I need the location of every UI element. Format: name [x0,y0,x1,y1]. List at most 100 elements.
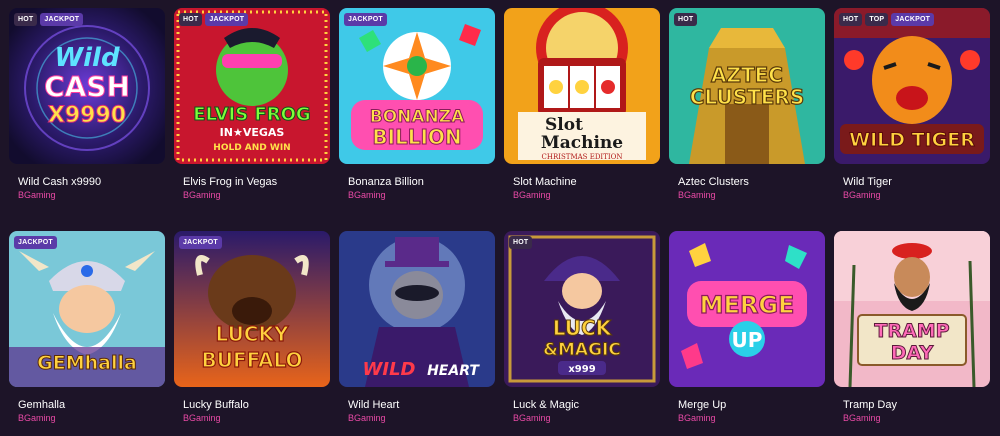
elvis-frog-artwork: ELVIS FROG IN★VEGAS HOLD AND WIN [174,8,330,164]
game-card-bonanza-billion[interactable]: BONANZA BILLION JACKPOT Bonanza Billion … [339,8,495,213]
game-provider[interactable]: BGaming [348,413,386,423]
game-title[interactable]: Merge Up [678,399,726,411]
game-grid: Wild CASH X9990 HOT JACKPOT Wild Cash x9… [0,0,1000,436]
game-thumbnail[interactable]: TRAMP DAY [834,231,990,387]
game-thumbnail[interactable]: GEMhalla [9,231,165,387]
hot-badge: HOT [839,13,863,26]
game-card-gemhalla[interactable]: GEMhalla JACKPOT Gemhalla BGaming [9,231,165,436]
game-thumbnail[interactable]: BONANZA BILLION [339,8,495,164]
game-title[interactable]: Aztec Clusters [678,176,749,188]
game-thumbnail[interactable]: Wild CASH X9990 [9,8,165,164]
game-title[interactable]: Elvis Frog in Vegas [183,176,277,188]
game-card-tramp-day[interactable]: TRAMP DAY Tramp Day BGaming [834,231,990,436]
game-card-wild-cash[interactable]: Wild CASH X9990 HOT JACKPOT Wild Cash x9… [9,8,165,213]
badge-group: HOT JACKPOT [14,13,84,26]
slot-machine-artwork: Slot Machine CHRISTMAS EDITION [504,8,660,164]
game-provider[interactable]: BGaming [513,190,551,200]
svg-text:UP: UP [732,328,763,352]
svg-text:Machine: Machine [541,133,623,153]
hot-badge: HOT [179,13,203,26]
svg-text:WILD TIGER: WILD TIGER [849,129,975,151]
game-provider[interactable]: BGaming [183,190,221,200]
game-thumbnail[interactable]: Slot Machine CHRISTMAS EDITION [504,8,660,164]
wild-heart-artwork: WILD HEART [339,231,495,387]
game-thumbnail[interactable]: AZTEC CLUSTERS [669,8,825,164]
badge-group: HOT JACKPOT [179,13,249,26]
game-title[interactable]: Wild Heart [348,399,399,411]
game-card-luck-magic[interactable]: LUCK &MAGIC x999 HOT Luck & Magic BGamin… [504,231,660,436]
game-card-merge-up[interactable]: MERGE UP Merge Up BGaming [669,231,825,436]
luck-magic-artwork: LUCK &MAGIC x999 [504,231,660,387]
game-provider[interactable]: BGaming [843,190,881,200]
svg-text:LUCK: LUCK [553,316,613,340]
jackpot-badge: JACKPOT [14,236,57,249]
svg-text:MERGE: MERGE [700,291,795,319]
bonanza-billion-artwork: BONANZA BILLION [339,8,495,164]
game-provider[interactable]: BGaming [348,190,386,200]
game-title[interactable]: Lucky Buffalo [183,399,249,411]
game-title[interactable]: Gemhalla [18,399,65,411]
tramp-day-artwork: TRAMP DAY [834,231,990,387]
svg-text:x999: x999 [568,364,595,375]
game-provider[interactable]: BGaming [183,413,221,423]
merge-up-artwork: MERGE UP [669,231,825,387]
badge-group: JACKPOT [179,236,222,249]
svg-text:WILD: WILD [363,359,416,380]
svg-text:CHRISTMAS EDITION: CHRISTMAS EDITION [542,153,623,161]
svg-text:HOLD AND WIN: HOLD AND WIN [213,143,290,153]
hot-badge: HOT [509,236,533,249]
svg-text:Slot: Slot [545,115,583,135]
game-title[interactable]: Tramp Day [843,399,897,411]
svg-text:Wild: Wild [54,43,120,73]
game-thumbnail[interactable]: LUCK &MAGIC x999 [504,231,660,387]
game-card-wild-tiger[interactable]: WILD TIGER HOT TOP JACKPOT Wild Tiger BG… [834,8,990,213]
game-title[interactable]: Wild Cash x9990 [18,176,101,188]
jackpot-badge: JACKPOT [40,13,84,26]
game-thumbnail[interactable]: MERGE UP [669,231,825,387]
game-thumbnail[interactable]: WILD TIGER [834,8,990,164]
hot-badge: HOT [674,13,698,26]
wild-cash-artwork: Wild CASH X9990 [9,8,165,164]
badge-group: HOT [509,236,533,249]
game-title[interactable]: Luck & Magic [513,399,579,411]
svg-text:HEART: HEART [427,363,480,379]
game-title[interactable]: Bonanza Billion [348,176,424,188]
svg-text:DAY: DAY [891,342,934,364]
svg-text:ELVIS FROG: ELVIS FROG [193,104,310,125]
svg-text:LUCKY: LUCKY [216,322,289,346]
svg-text:TRAMP: TRAMP [874,320,949,342]
game-title[interactable]: Slot Machine [513,176,577,188]
game-thumbnail[interactable]: ELVIS FROG IN★VEGAS HOLD AND WIN [174,8,330,164]
wild-tiger-artwork: WILD TIGER [834,8,990,164]
badge-group: JACKPOT [344,13,387,26]
game-thumbnail[interactable]: WILD HEART [339,231,495,387]
game-thumbnail[interactable]: LUCKY BUFFALO [174,231,330,387]
hot-badge: HOT [14,13,38,26]
lucky-buffalo-artwork: LUCKY BUFFALO [174,231,330,387]
jackpot-badge: JACKPOT [179,236,222,249]
badge-group: HOT TOP JACKPOT [839,13,935,26]
game-provider[interactable]: BGaming [18,413,56,423]
top-badge: TOP [865,13,889,26]
game-provider[interactable]: BGaming [843,413,881,423]
game-card-elvis-frog[interactable]: ELVIS FROG IN★VEGAS HOLD AND WIN HOT JAC… [174,8,330,213]
aztec-clusters-artwork: AZTEC CLUSTERS [669,8,825,164]
svg-text:GEMhalla: GEMhalla [37,352,137,374]
game-card-lucky-buffalo[interactable]: LUCKY BUFFALO JACKPOT Lucky Buffalo BGam… [174,231,330,436]
game-card-aztec-clusters[interactable]: AZTEC CLUSTERS HOT Aztec Clusters BGamin… [669,8,825,213]
game-card-wild-heart[interactable]: WILD HEART Wild Heart BGaming [339,231,495,436]
gemhalla-artwork: GEMhalla [9,231,165,387]
game-provider[interactable]: BGaming [678,190,716,200]
game-provider[interactable]: BGaming [18,190,56,200]
game-provider[interactable]: BGaming [513,413,551,423]
badge-group: HOT [674,13,698,26]
svg-text:CASH: CASH [44,70,130,103]
svg-text:BILLION: BILLION [372,125,461,149]
game-provider[interactable]: BGaming [678,413,716,423]
game-title[interactable]: Wild Tiger [843,176,892,188]
svg-text:BONANZA: BONANZA [370,107,465,127]
game-card-slot-machine[interactable]: Slot Machine CHRISTMAS EDITION Slot Mach… [504,8,660,213]
svg-text:&MAGIC: &MAGIC [543,340,621,360]
badge-group: JACKPOT [14,236,57,249]
jackpot-badge: JACKPOT [205,13,249,26]
